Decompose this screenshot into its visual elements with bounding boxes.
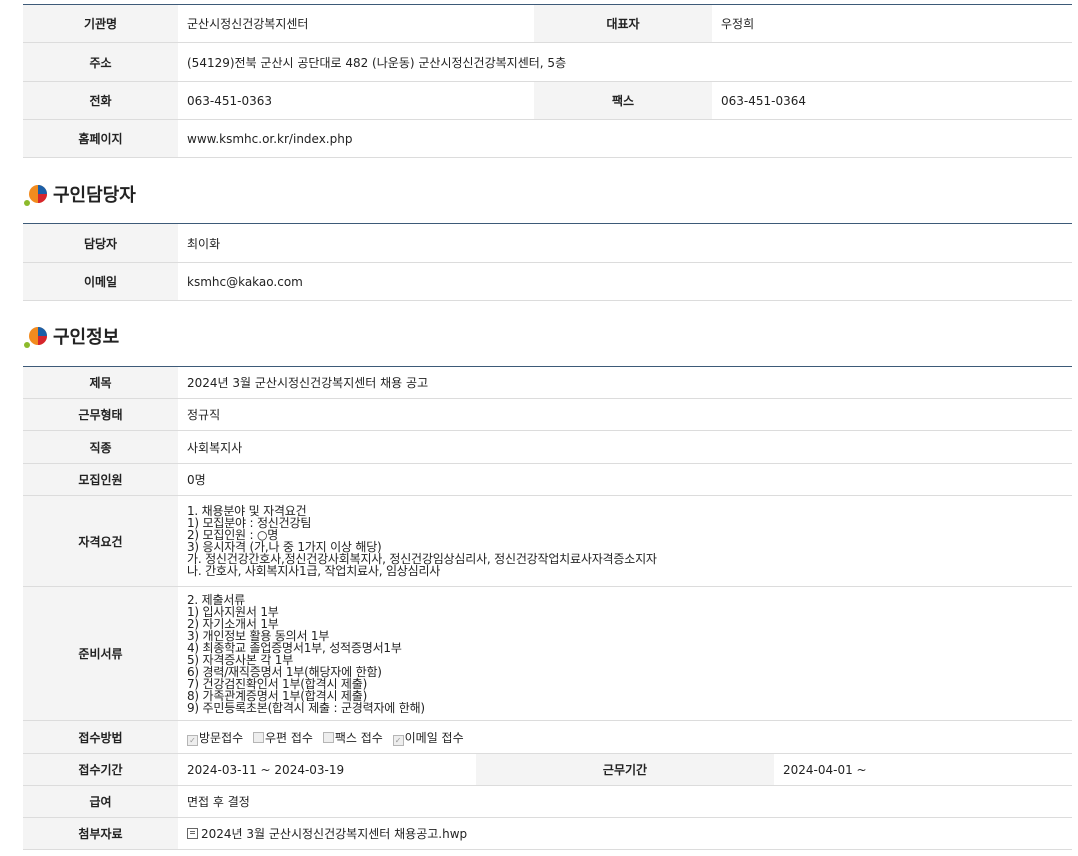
org-home-label: 홈페이지 — [23, 119, 178, 158]
page: 기관명 군산시정신건강복지센터 대표자 우정희 주소 (54129)전북 군산시… — [0, 0, 1078, 856]
org-tel-value: 063-451-0363 — [178, 81, 534, 120]
table-row: 급여 면접 후 결정 — [23, 785, 1072, 818]
method-option-email: ✓ 이메일 접수 — [392, 731, 464, 746]
org-addr-value: (54129)전북 군산시 공단대로 482 (나운동) 군산시정신건강복지센터… — [178, 42, 1072, 82]
contact-email-value[interactable]: ksmhc@kakao.com — [178, 262, 1072, 301]
table-row: 근무형태 정규직 — [23, 398, 1072, 431]
job-attach-value: 2024년 3월 군산시정신건강복지센터 채용공고.hwp — [178, 817, 1072, 850]
org-addr-label: 주소 — [23, 42, 178, 82]
job-method-value: ✓ 방문접수 우편 접수 팩스 접수 ✓ 이메일 접수 — [178, 720, 1072, 754]
table-row: 자격요건 1. 채용분야 및 자격요건 1) 모집분야 : 정신건강팀 2) 모… — [23, 495, 1072, 587]
section-bullet-icon — [24, 327, 47, 348]
job-table: 제목 2024년 3월 군산시정신건강복지센터 채용 공고 근무형태 정규직 직… — [23, 366, 1072, 850]
table-row: 이메일 ksmhc@kakao.com — [23, 262, 1072, 301]
table-row: 담당자 최이화 — [23, 223, 1072, 263]
job-subject-label: 제목 — [23, 366, 178, 399]
org-home-value: www.ksmhc.or.kr/index.php — [178, 119, 1072, 158]
job-method-label: 접수방법 — [23, 720, 178, 754]
file-icon — [187, 828, 198, 839]
job-field-label: 직종 — [23, 430, 178, 464]
table-row: 첨부자료 2024년 3월 군산시정신건강복지센터 채용공고.hwp — [23, 817, 1072, 850]
contact-person-value: 최이화 — [178, 223, 1072, 263]
job-docs-label: 준비서류 — [23, 586, 178, 721]
docs-line: 2. 제출서류 — [187, 592, 246, 607]
section-title-text: 구인담당자 — [53, 185, 136, 206]
table-row: 준비서류 2. 제출서류 1) 입사지원서 1부 2) 자기소개서 1부 3) … — [23, 586, 1072, 721]
attachment-link[interactable]: 2024년 3월 군산시정신건강복지센터 채용공고.hwp — [201, 827, 467, 841]
job-workperiod-label: 근무기간 — [476, 753, 774, 786]
section-title-job: 구인정보 — [23, 321, 119, 351]
qual-line: 나. 간호사, 사회복지사1급, 작업치료사, 임상심리사 — [187, 564, 441, 578]
table-row: 전화 063-451-0363 팩스 063-451-0364 — [23, 81, 1072, 120]
job-period-label: 접수기간 — [23, 753, 178, 786]
section-title-text: 구인정보 — [53, 327, 120, 348]
job-count-value: 0명 — [178, 463, 1072, 496]
org-fax-value: 063-451-0364 — [712, 81, 1072, 120]
job-docs-value: 2. 제출서류 1) 입사지원서 1부 2) 자기소개서 1부 3) 개인정보 … — [178, 586, 1072, 721]
contact-email-label: 이메일 — [23, 262, 178, 301]
table-row: 기관명 군산시정신건강복지센터 대표자 우정희 — [23, 4, 1072, 43]
table-row: 주소 (54129)전북 군산시 공단대로 482 (나운동) 군산시정신건강복… — [23, 42, 1072, 82]
table-row: 접수방법 ✓ 방문접수 우편 접수 팩스 접수 ✓ 이메일 접수 — [23, 720, 1072, 754]
job-type-value: 정규직 — [178, 398, 1072, 431]
job-subject-value: 2024년 3월 군산시정신건강복지센터 채용 공고 — [178, 366, 1072, 399]
checkbox-icon — [322, 731, 334, 743]
org-info-table: 기관명 군산시정신건강복지센터 대표자 우정희 주소 (54129)전북 군산시… — [23, 4, 1072, 158]
table-row: 홈페이지 www.ksmhc.or.kr/index.php — [23, 119, 1072, 158]
contact-table: 담당자 최이화 이메일 ksmhc@kakao.com — [23, 223, 1072, 301]
docs-line: 5) 자격증사본 각 1부 — [187, 652, 294, 667]
org-name-label: 기관명 — [23, 4, 178, 43]
job-salary-value: 면접 후 결정 — [178, 785, 1072, 818]
checkbox-icon: ✓ — [392, 734, 404, 746]
org-rep-label: 대표자 — [534, 4, 712, 43]
docs-line: 8) 가족관계증명서 1부(합격시 제출) — [187, 688, 368, 703]
contact-person-label: 담당자 — [23, 223, 178, 263]
docs-line: 4) 최종학교 졸업증명서1부, 성적증명서1부 — [187, 640, 402, 655]
job-salary-label: 급여 — [23, 785, 178, 818]
docs-line: 7) 건강검진확인서 1부(합격시 제출) — [187, 676, 368, 691]
org-tel-label: 전화 — [23, 81, 178, 120]
docs-line: 9) 주민등록초본(합격시 제출 : 군경력자에 한해) — [187, 700, 425, 715]
docs-line: 1) 입사지원서 1부 — [187, 604, 279, 619]
job-attach-label: 첨부자료 — [23, 817, 178, 850]
method-option-visit: ✓ 방문접수 — [187, 731, 243, 746]
qual-line: 1) 모집분야 : 정신건강팀 — [187, 516, 312, 530]
docs-line: 6) 경력/재직증명서 1부(해당자에 한함) — [187, 664, 382, 679]
checkbox-icon — [253, 731, 264, 743]
job-type-label: 근무형태 — [23, 398, 178, 431]
job-field-value: 사회복지사 — [178, 430, 1072, 464]
job-count-label: 모집인원 — [23, 463, 178, 496]
table-row: 접수기간 2024-03-11 ~ 2024-03-19 근무기간 2024-0… — [23, 753, 1072, 786]
job-workperiod-value: 2024-04-01 ~ — [774, 753, 1072, 786]
method-option-mail: 우편 접수 — [253, 731, 313, 745]
docs-line: 3) 개인정보 활용 동의서 1부 — [187, 628, 330, 643]
method-option-fax: 팩스 접수 — [322, 731, 383, 745]
checkbox-icon: ✓ — [187, 734, 198, 746]
section-bullet-icon — [24, 185, 47, 206]
table-row: 모집인원 0명 — [23, 463, 1072, 496]
job-qual-value: 1. 채용분야 및 자격요건 1) 모집분야 : 정신건강팀 2) 모집인원 :… — [178, 495, 1072, 587]
docs-line: 2) 자기소개서 1부 — [187, 616, 279, 631]
org-fax-label: 팩스 — [534, 81, 712, 120]
org-rep-value: 우정희 — [712, 4, 1072, 43]
qual-line: 1. 채용분야 및 자격요건 — [187, 504, 307, 518]
table-row: 제목 2024년 3월 군산시정신건강복지센터 채용 공고 — [23, 366, 1072, 399]
section-title-contact: 구인담당자 — [23, 179, 136, 209]
org-name-value: 군산시정신건강복지센터 — [178, 4, 534, 43]
table-row: 직종 사회복지사 — [23, 430, 1072, 464]
job-qual-label: 자격요건 — [23, 495, 178, 587]
job-period-value: 2024-03-11 ~ 2024-03-19 — [178, 753, 476, 786]
